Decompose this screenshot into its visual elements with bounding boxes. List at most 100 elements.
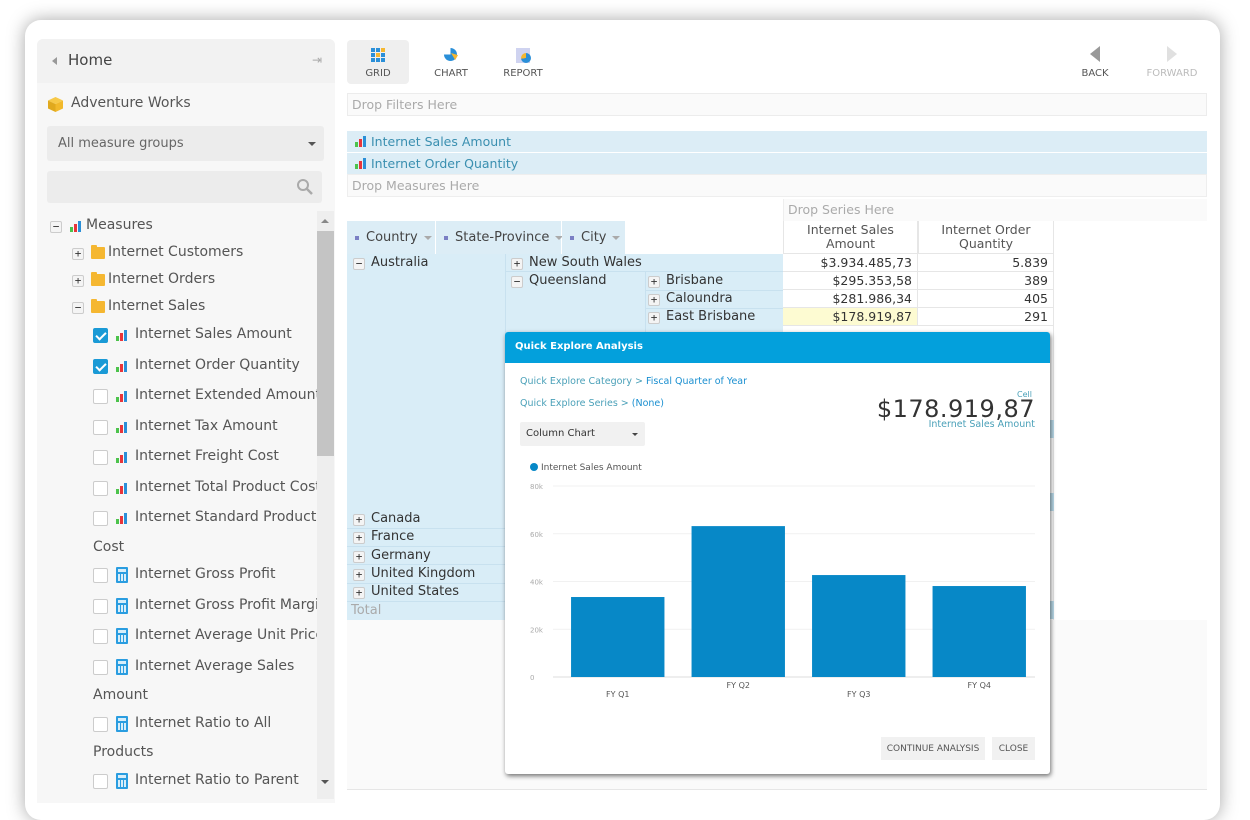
checkbox[interactable] — [93, 328, 108, 343]
measure-chip[interactable]: Internet Sales Amount — [347, 131, 1207, 153]
checkbox[interactable] — [93, 774, 108, 789]
data-cell[interactable]: 5.839 — [918, 254, 1054, 272]
chart-bar[interactable] — [932, 586, 1026, 677]
grid-view-button[interactable]: GRID — [347, 40, 409, 84]
calculator-icon — [116, 567, 128, 583]
data-cell[interactable]: $281.986,34 — [783, 290, 918, 308]
data-cell[interactable]: $3.934.485,73 — [783, 254, 918, 272]
data-cell[interactable]: 389 — [918, 272, 1054, 290]
checkbox[interactable] — [93, 511, 108, 526]
expand-toggle[interactable]: + — [648, 276, 660, 288]
expand-toggle[interactable]: + — [72, 275, 84, 287]
row-dimension-city[interactable]: City — [562, 221, 626, 254]
chart-bar[interactable] — [571, 597, 665, 677]
row-label: East Brisbane — [666, 309, 756, 324]
chart-view-button[interactable]: CHART — [420, 40, 482, 84]
search-icon — [297, 179, 313, 195]
checkbox[interactable] — [93, 359, 108, 374]
quick-explore-series[interactable]: Quick Explore Series > (None) — [520, 398, 664, 409]
folder-icon — [91, 299, 105, 313]
data-cell[interactable]: 405 — [918, 290, 1054, 308]
back-button[interactable]: BACK — [1064, 40, 1126, 84]
forward-button[interactable]: FORWARD — [1141, 40, 1203, 84]
chevron-down-icon[interactable] — [612, 235, 621, 240]
report-view-button[interactable]: REPORT — [492, 40, 554, 84]
scroll-down-icon[interactable] — [321, 780, 329, 784]
row-label: Brisbane — [666, 273, 724, 288]
category-prefix: Quick Explore Category > — [520, 376, 646, 387]
checkbox[interactable] — [93, 420, 108, 435]
chart-bar[interactable] — [691, 526, 785, 677]
measure-label: Internet Average Unit Price — [135, 627, 325, 643]
folder-icon — [91, 245, 105, 259]
checkbox[interactable] — [93, 389, 108, 404]
measure-group-select[interactable]: All measure groups — [47, 126, 324, 161]
sidebar-scrollbar[interactable] — [317, 211, 334, 799]
expand-toggle[interactable]: + — [511, 258, 523, 270]
measure-group-value: All measure groups — [58, 136, 184, 151]
bar-chart-icon — [355, 136, 367, 147]
checkbox[interactable] — [93, 660, 108, 675]
tree-label: Internet Sales — [108, 298, 206, 314]
calculator-icon — [116, 598, 128, 614]
expand-toggle[interactable]: + — [353, 569, 365, 581]
chevron-down-icon[interactable] — [423, 235, 432, 240]
column-header[interactable]: Internet Sales Amount — [783, 221, 918, 254]
calculator-icon — [116, 716, 128, 732]
dimension-icon — [444, 235, 448, 240]
checkbox[interactable] — [93, 629, 108, 644]
row-dimension-country[interactable]: Country — [347, 221, 436, 254]
scroll-up-icon[interactable] — [321, 219, 329, 223]
category-value-link[interactable]: Fiscal Quarter of Year — [646, 376, 747, 387]
expand-toggle[interactable]: + — [353, 587, 365, 599]
column-header[interactable]: Internet Order Quantity — [918, 221, 1054, 254]
checkbox[interactable] — [93, 568, 108, 583]
measure-label: Internet Sales Amount — [135, 326, 292, 342]
back-label: BACK — [1081, 68, 1109, 79]
measure-label: Internet Gross Profit — [135, 566, 276, 582]
scrollbar-thumb[interactable] — [317, 231, 334, 456]
dimension-icon — [570, 235, 574, 240]
data-cell[interactable]: $295.353,58 — [783, 272, 918, 290]
collapse-toggle[interactable]: − — [72, 302, 84, 314]
selected-data-cell[interactable]: $178.919,87 — [783, 308, 918, 326]
collapse-toggle[interactable]: − — [511, 276, 523, 288]
checkbox[interactable] — [93, 599, 108, 614]
row-label: United Kingdom — [371, 566, 476, 581]
home-nav[interactable]: Home ⇥ — [37, 39, 335, 83]
row-label: New South Wales — [529, 255, 642, 270]
checkbox[interactable] — [93, 450, 108, 465]
pin-icon[interactable]: ⇥ — [312, 53, 322, 67]
filter-drop-zone[interactable]: Drop Filters Here — [347, 93, 1207, 116]
dialog-header[interactable]: Quick Explore Analysis — [505, 332, 1050, 363]
expand-toggle[interactable]: + — [648, 312, 660, 324]
series-drop-zone[interactable]: Drop Series Here — [783, 199, 1207, 221]
search-input[interactable] — [47, 171, 322, 203]
cell-measure-name: Internet Sales Amount — [928, 419, 1035, 430]
collapse-toggle[interactable]: − — [353, 258, 365, 270]
calculator-icon — [116, 628, 128, 644]
expand-toggle[interactable]: + — [353, 532, 365, 544]
checkbox[interactable] — [93, 717, 108, 732]
row-dimension-state[interactable]: State-Province — [436, 221, 564, 254]
checkbox[interactable] — [93, 481, 108, 496]
measure-drop-zone[interactable]: Drop Measures Here — [347, 174, 1207, 197]
continue-analysis-button[interactable]: CONTINUE ANALYSIS — [881, 737, 985, 760]
chart-type-select[interactable]: Column Chart — [520, 422, 645, 446]
expand-toggle[interactable]: + — [648, 294, 660, 306]
forward-label: FORWARD — [1146, 68, 1198, 79]
measure-chip-label: Internet Order Quantity — [371, 156, 519, 171]
quick-explore-category[interactable]: Quick Explore Category > Fiscal Quarter … — [520, 376, 747, 387]
expand-toggle[interactable]: + — [353, 514, 365, 526]
close-button[interactable]: CLOSE — [992, 737, 1035, 760]
measure-chip[interactable]: Internet Order Quantity — [347, 153, 1207, 175]
measure-label-continued: Amount — [93, 687, 149, 703]
collapse-toggle[interactable]: − — [50, 221, 62, 233]
data-cell[interactable]: 291 — [918, 308, 1054, 326]
expand-toggle[interactable]: + — [72, 248, 84, 260]
chart-bar[interactable] — [812, 575, 906, 677]
x-tick-label: FY Q4 — [968, 681, 991, 690]
expand-toggle[interactable]: + — [353, 551, 365, 563]
series-value-link[interactable]: (None) — [632, 398, 664, 409]
chart-type-value: Column Chart — [526, 428, 595, 439]
